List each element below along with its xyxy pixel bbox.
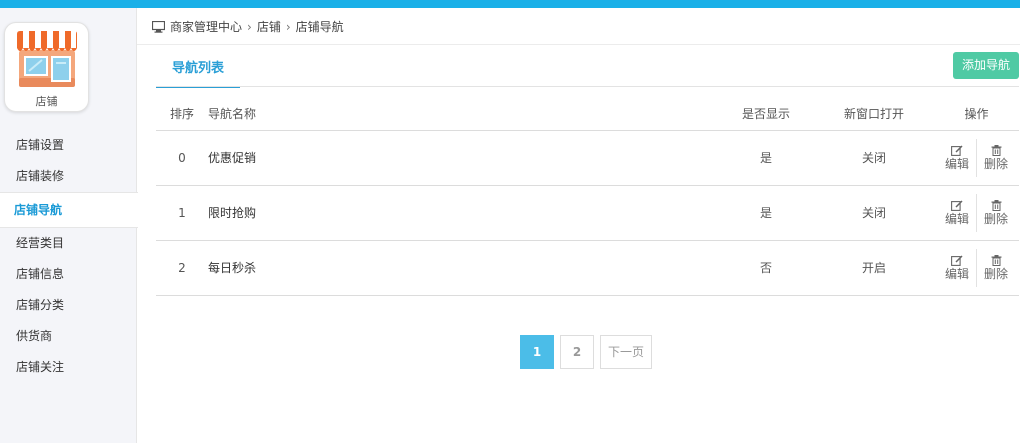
- shop-awning-icon: [17, 31, 77, 87]
- delete-button[interactable]: 删除: [977, 199, 1015, 226]
- row-order: 0: [156, 130, 208, 186]
- column-header-new-window: 新窗口打开: [814, 98, 934, 131]
- tab-divider: [156, 86, 1019, 87]
- next-page-button[interactable]: 下一页: [600, 335, 652, 369]
- delete-label: 删除: [983, 266, 1008, 281]
- column-header-name: 导航名称: [208, 98, 718, 131]
- edit-button[interactable]: 编辑: [938, 254, 976, 281]
- sidebar-item-store-navigation[interactable]: 店铺导航: [0, 192, 138, 228]
- row-name: 优惠促销: [208, 130, 718, 186]
- monitor-icon: [152, 21, 165, 33]
- page-button-2[interactable]: 2: [560, 335, 594, 369]
- row-new-window: 开启: [814, 240, 934, 296]
- row-new-window: 关闭: [814, 185, 934, 241]
- edit-icon: [951, 144, 963, 156]
- top-accent-bar: [0, 0, 1020, 8]
- table-row: 0 优惠促销 是 关闭 编辑 删除: [156, 130, 1019, 186]
- breadcrumb-item-store-navigation: 店铺导航: [295, 20, 344, 34]
- edit-label: 编辑: [944, 266, 969, 281]
- delete-button[interactable]: 删除: [977, 254, 1015, 281]
- column-header-operations: 操作: [934, 98, 1019, 131]
- sidebar-nav: 店铺设置 店铺装修 店铺导航 经营类目 店铺信息 店铺分类 供货商 店铺关注: [0, 130, 138, 383]
- sidebar-item-store-settings[interactable]: 店铺设置: [0, 130, 137, 161]
- row-show: 否: [718, 240, 814, 296]
- breadcrumb: 商家管理中心 › 店铺 › 店铺导航: [152, 18, 344, 36]
- sidebar-item-supplier[interactable]: 供货商: [0, 321, 137, 352]
- sidebar: 店铺 店铺设置 店铺装修 店铺导航 经营类目 店铺信息 店铺分类 供货商 店铺关…: [0, 8, 138, 443]
- row-new-window: 关闭: [814, 130, 934, 186]
- row-name: 每日秒杀: [208, 240, 718, 296]
- page-button-1[interactable]: 1: [520, 335, 554, 369]
- sidebar-item-store-info[interactable]: 店铺信息: [0, 259, 137, 290]
- table-row: 1 限时抢购 是 关闭 编辑 删除: [156, 185, 1019, 241]
- trash-icon: [991, 199, 1001, 211]
- add-navigation-button[interactable]: 添加导航: [953, 52, 1019, 79]
- sidebar-item-store-follow[interactable]: 店铺关注: [0, 352, 137, 383]
- edit-icon: [951, 254, 963, 266]
- row-order: 2: [156, 240, 208, 296]
- sidebar-item-business-category[interactable]: 经营类目: [0, 228, 137, 259]
- table-row: 2 每日秒杀 否 开启 编辑 删除: [156, 240, 1019, 296]
- row-show: 是: [718, 130, 814, 186]
- row-operations: 编辑 删除: [934, 185, 1019, 241]
- row-show: 是: [718, 185, 814, 241]
- row-order: 1: [156, 185, 208, 241]
- navigation-table: 排序 导航名称 是否显示 新窗口打开 操作 0 优惠促销 是 关闭 编辑 删除 …: [156, 98, 1019, 296]
- trash-icon: [991, 144, 1001, 156]
- sidebar-item-store-decoration[interactable]: 店铺装修: [0, 161, 137, 192]
- edit-label: 编辑: [944, 156, 969, 171]
- edit-icon: [951, 199, 963, 211]
- delete-label: 删除: [983, 211, 1008, 226]
- column-header-show: 是否显示: [718, 98, 814, 131]
- store-label: 店铺: [35, 95, 58, 108]
- delete-button[interactable]: 删除: [977, 144, 1015, 171]
- tab-navigation-list[interactable]: 导航列表: [156, 54, 240, 88]
- breadcrumb-item-merchant-center[interactable]: 商家管理中心: [170, 18, 242, 36]
- breadcrumb-item-store[interactable]: 店铺: [257, 18, 281, 36]
- table-header-row: 排序 导航名称 是否显示 新窗口打开 操作: [156, 98, 1019, 131]
- edit-label: 编辑: [944, 211, 969, 226]
- row-operations: 编辑 删除: [934, 240, 1019, 296]
- store-logo-card[interactable]: 店铺: [4, 22, 89, 112]
- breadcrumb-separator: ›: [247, 20, 252, 34]
- delete-label: 删除: [983, 156, 1008, 171]
- trash-icon: [991, 254, 1001, 266]
- breadcrumb-separator: ›: [285, 20, 291, 34]
- edit-button[interactable]: 编辑: [938, 199, 976, 226]
- row-name: 限时抢购: [208, 185, 718, 241]
- column-header-order: 排序: [156, 98, 208, 131]
- edit-button[interactable]: 编辑: [938, 144, 976, 171]
- breadcrumb-divider: [137, 44, 1020, 45]
- row-operations: 编辑 删除: [934, 130, 1019, 186]
- pagination: 1 2 下一页: [520, 335, 658, 369]
- sidebar-item-store-category[interactable]: 店铺分类: [0, 290, 137, 321]
